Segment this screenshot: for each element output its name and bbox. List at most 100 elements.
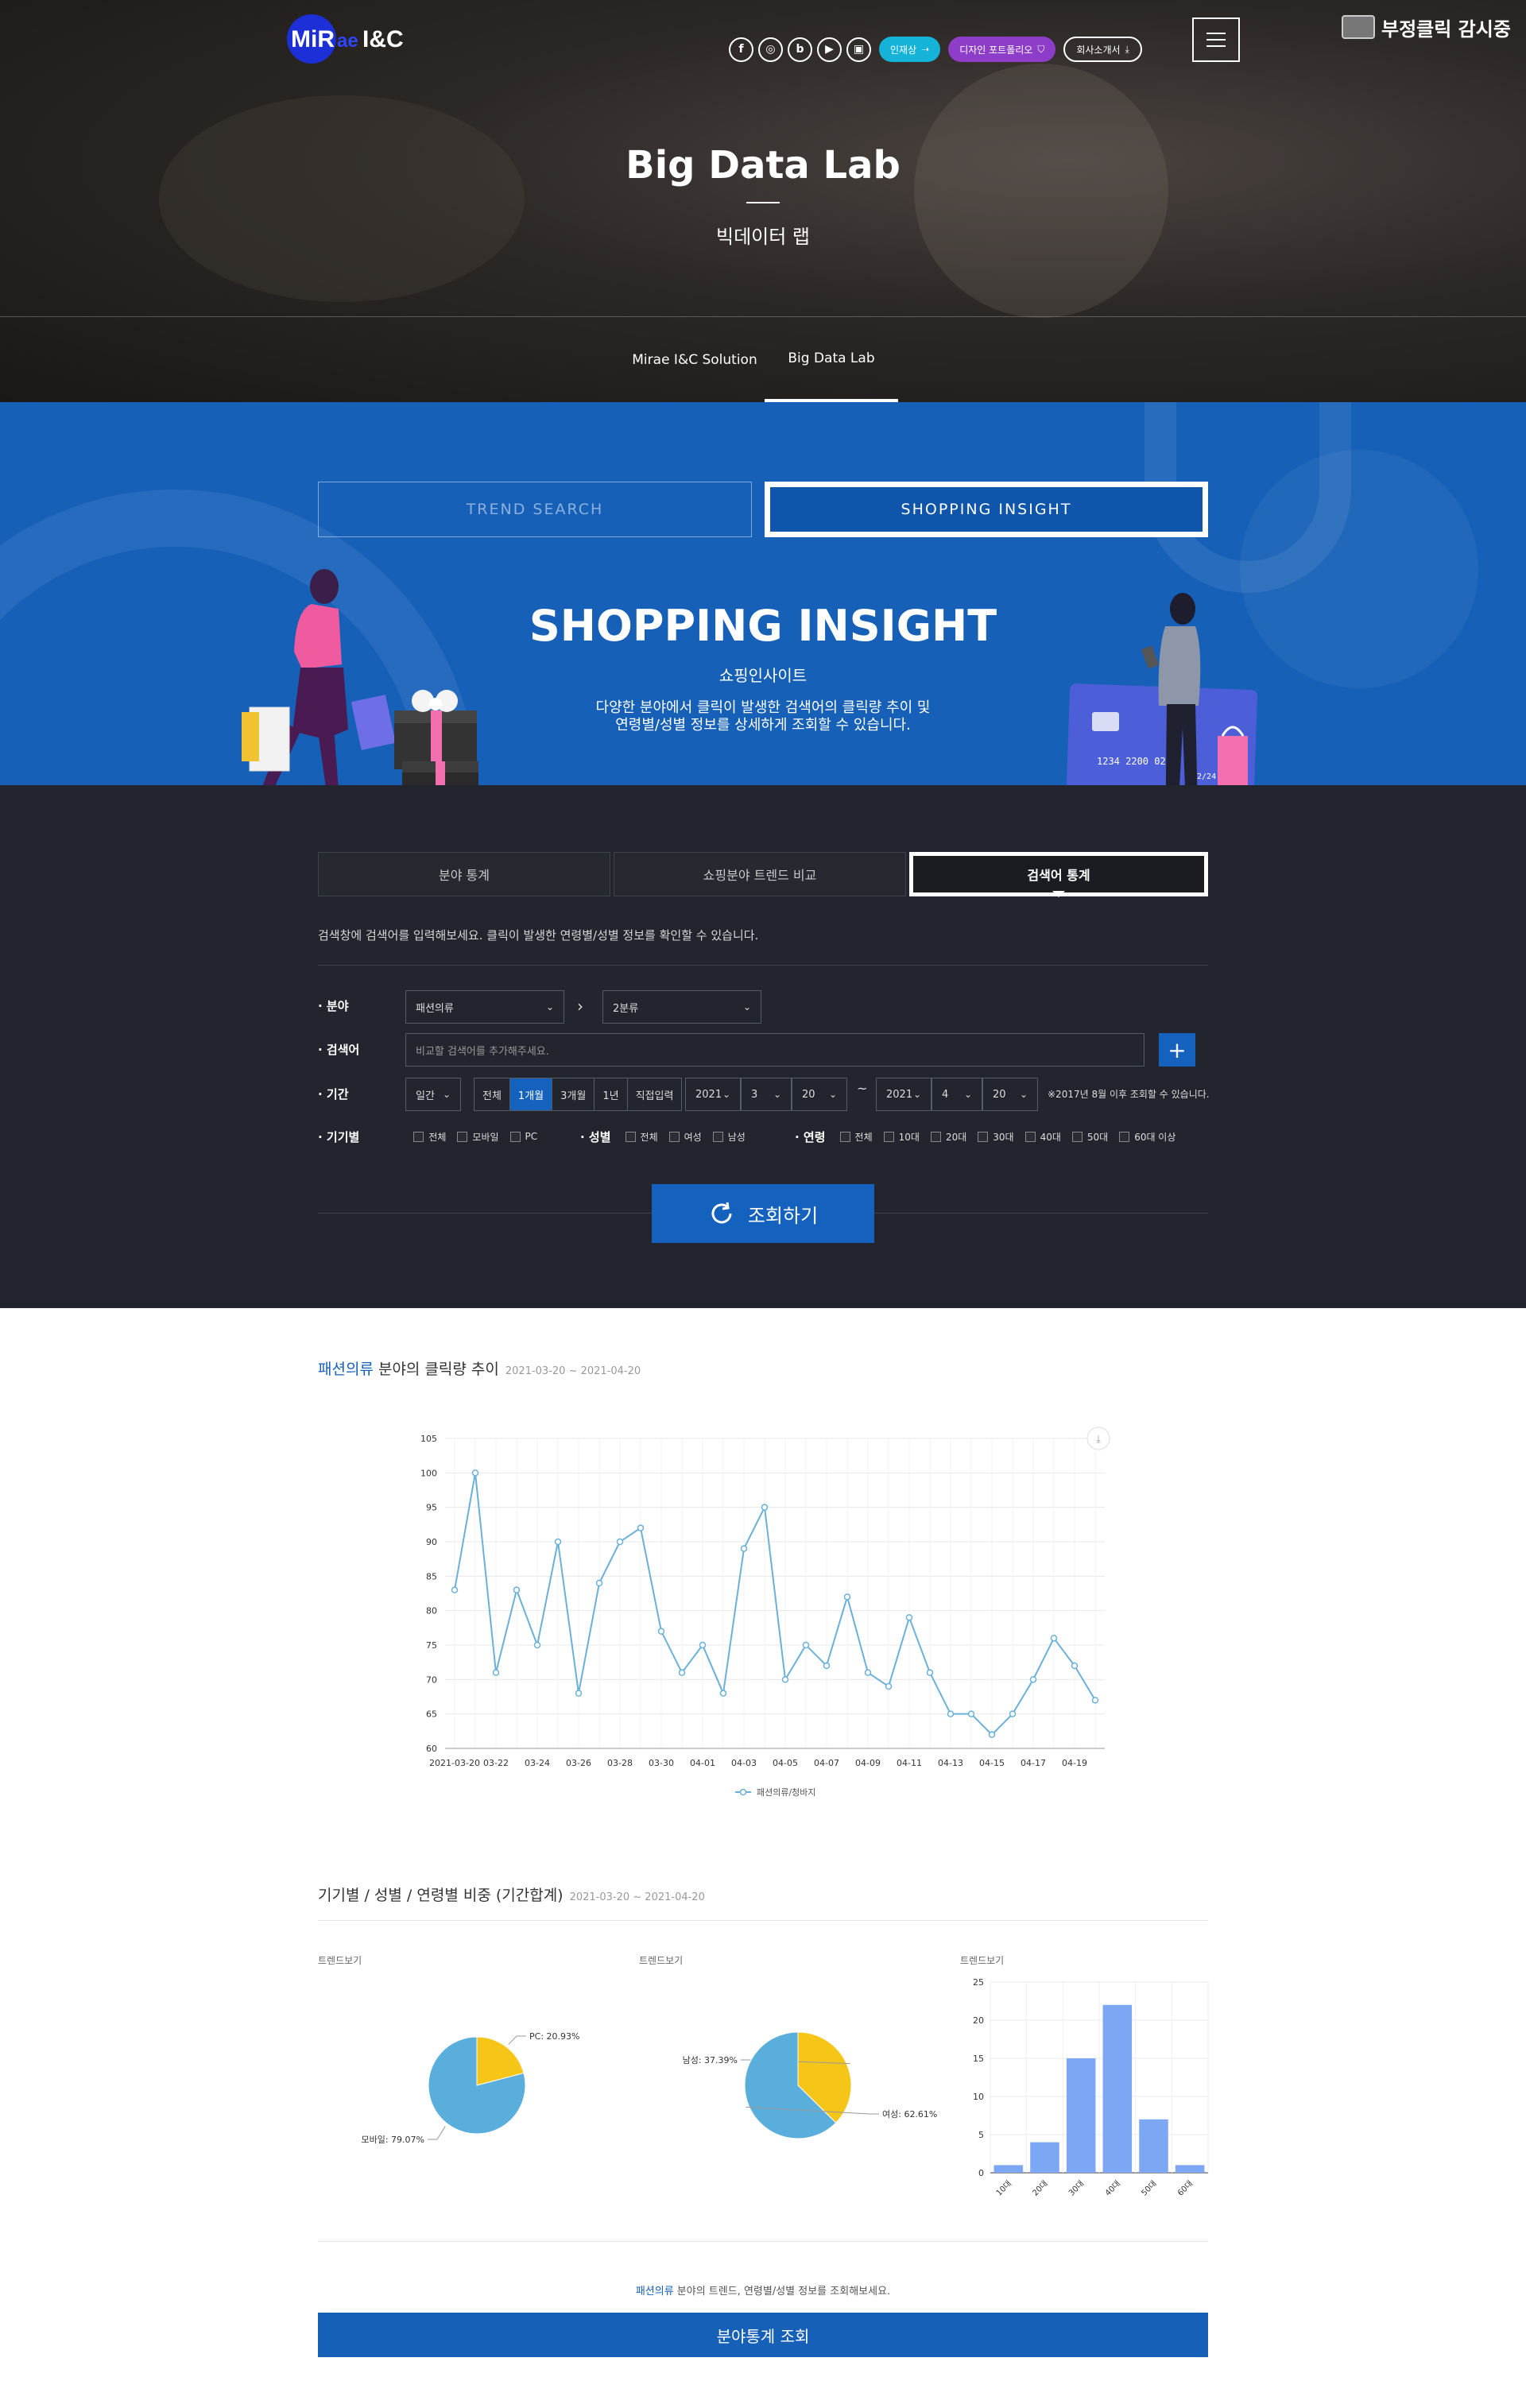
data-point xyxy=(451,1586,459,1593)
recruit-button[interactable]: 인재상 ➝ xyxy=(879,37,941,62)
start-year-select[interactable]: 2021 ⌄ xyxy=(685,1078,741,1111)
field-primary-select[interactable]: 패션의류 ⌄ xyxy=(405,990,564,1024)
field-secondary-select[interactable]: 2분류 ⌄ xyxy=(602,990,761,1024)
checkbox-label: PC xyxy=(525,1131,538,1142)
series-line xyxy=(454,1473,1096,1736)
start-month-select[interactable]: 3 ⌄ xyxy=(741,1078,792,1111)
device-mobile-checkbox[interactable]: 모바일 xyxy=(457,1130,499,1144)
period-option-custom[interactable]: 직접입력 xyxy=(628,1078,682,1110)
age-filter: · 연령 전체 10대 20대 30대 40대 50대 60대 이상 xyxy=(795,1127,1187,1146)
tab-shopping-insight[interactable]: SHOPPING INSIGHT xyxy=(765,482,1208,537)
start-day-select[interactable]: 20 ⌄ xyxy=(792,1078,847,1111)
data-point xyxy=(1009,1710,1017,1717)
ratio-section-title: 기기별 / 성별 / 연령별 비중 (기간합계) 2021-03-20 ~ 202… xyxy=(318,1883,705,1905)
x-tick-label: 30대 xyxy=(1067,2179,1086,2198)
end-month-select[interactable]: 4 ⌄ xyxy=(931,1078,982,1111)
instagram-icon[interactable]: ◎ xyxy=(758,37,783,62)
end-year-value: 2021 xyxy=(886,1088,913,1101)
y-tick-label: 100 xyxy=(420,1468,437,1478)
checkbox-label: 모바일 xyxy=(472,1131,499,1143)
keyword-input[interactable]: 비교할 검색어를 추가해주세요. xyxy=(405,1033,1144,1067)
field-stats-button[interactable]: 분야통계 조회 xyxy=(318,2313,1208,2357)
tab-big-data-lab[interactable]: Big Data Lab xyxy=(765,318,898,402)
age-40s-checkbox[interactable]: 40대 xyxy=(1024,1130,1061,1144)
data-point xyxy=(492,1669,500,1676)
hero-divider xyxy=(0,316,1526,317)
portfolio-button[interactable]: 디자인 포트폴리오 ⛉ xyxy=(948,37,1056,62)
y-tick-label: 25 xyxy=(973,1977,984,1988)
note-highlight: 패션의류 xyxy=(635,2286,674,2298)
trend-date-range: 2021-03-20 ~ 2021-04-20 xyxy=(505,1365,641,1377)
tab-keyword-stats[interactable]: 검색어 통계 xyxy=(909,852,1208,897)
monitor-icon xyxy=(1342,15,1375,39)
checkbox-icon xyxy=(457,1131,468,1142)
brochure-button[interactable]: 회사소개서 ⤓ xyxy=(1063,37,1142,62)
tab-trend-search[interactable]: TREND SEARCH xyxy=(318,482,752,537)
bar xyxy=(1139,2119,1168,2173)
data-point xyxy=(781,1676,789,1683)
end-day-select[interactable]: 20 ⌄ xyxy=(982,1078,1038,1111)
date-range-separator: ~ xyxy=(857,1081,868,1096)
data-point xyxy=(843,1593,851,1601)
y-tick-label: 15 xyxy=(973,2054,984,2064)
gender-female-checkbox[interactable]: 여성 xyxy=(668,1130,702,1144)
data-point xyxy=(1091,1697,1099,1704)
period-range-options: 전체 1개월 3개월 1년 직접입력 xyxy=(474,1078,683,1111)
device-pc-checkbox[interactable]: PC xyxy=(509,1131,538,1142)
facebook-icon[interactable]: f xyxy=(729,37,753,62)
insight-description-line: 연령별/성별 정보를 상세하게 조회할 수 있습니다. xyxy=(615,717,911,734)
period-option-1month[interactable]: 1개월 xyxy=(509,1078,553,1110)
gender-all-checkbox[interactable]: 전체 xyxy=(625,1130,658,1144)
age-60plus-checkbox[interactable]: 60대 이상 xyxy=(1119,1130,1175,1144)
y-tick-label: 5 xyxy=(978,2130,984,2140)
chevron-down-icon: ⌄ xyxy=(828,1089,837,1100)
data-point xyxy=(595,1579,603,1587)
device-trend-link[interactable]: 트렌드보기 xyxy=(318,1953,362,1967)
trend-title-highlight: 패션의류 xyxy=(318,1361,374,1378)
age-10s-checkbox[interactable]: 10대 xyxy=(883,1130,920,1144)
youtube-icon[interactable]: ▣ xyxy=(846,37,871,62)
y-tick-label: 80 xyxy=(426,1606,437,1616)
period-option-3month[interactable]: 3개월 xyxy=(552,1078,595,1110)
tab-trend-compare[interactable]: 쇼핑분야 트렌드 비교 xyxy=(614,852,906,896)
age-trend-link[interactable]: 트렌드보기 xyxy=(960,1953,1004,1967)
hamburger-menu-button[interactable] xyxy=(1192,17,1240,62)
data-point xyxy=(554,1538,562,1546)
period-option-1year[interactable]: 1년 xyxy=(595,1078,628,1110)
data-point xyxy=(1050,1635,1058,1642)
data-point xyxy=(678,1669,686,1676)
age-30s-checkbox[interactable]: 30대 xyxy=(978,1130,1014,1144)
company-logo[interactable]: MiR ae I&C xyxy=(286,11,421,67)
period-unit-select[interactable]: 일간 ⌄ xyxy=(405,1078,461,1111)
checkbox-icon xyxy=(839,1131,850,1142)
start-day-value: 20 xyxy=(802,1088,815,1101)
search-submit-button[interactable]: 조회하기 xyxy=(652,1184,874,1243)
blog-icon[interactable]: b xyxy=(788,37,812,62)
data-point xyxy=(823,1662,831,1670)
section-divider xyxy=(318,2241,1208,2242)
tab-field-stats[interactable]: 분야 통계 xyxy=(318,852,610,896)
svg-text:ae: ae xyxy=(337,30,358,52)
insight-type-tabs: TREND SEARCH SHOPPING INSIGHT xyxy=(318,482,1208,537)
chevron-down-icon: ⌄ xyxy=(773,1089,781,1100)
age-50s-checkbox[interactable]: 50대 xyxy=(1071,1130,1108,1144)
end-month-value: 4 xyxy=(942,1088,949,1101)
period-option-all[interactable]: 전체 xyxy=(474,1078,510,1110)
data-point xyxy=(637,1524,645,1531)
download-icon-glyph: ⤓ xyxy=(1096,1434,1101,1446)
decorative-circle xyxy=(1240,450,1478,688)
gender-male-checkbox[interactable]: 남성 xyxy=(712,1130,746,1144)
age-20s-checkbox[interactable]: 20대 xyxy=(930,1130,967,1144)
checkbox-label: 20대 xyxy=(945,1131,967,1143)
age-all-checkbox[interactable]: 전체 xyxy=(839,1130,873,1144)
data-point xyxy=(926,1669,934,1676)
device-all-checkbox[interactable]: 전체 xyxy=(413,1130,446,1144)
end-year-select[interactable]: 2021 ⌄ xyxy=(876,1078,931,1111)
tab-mirae-solution[interactable]: Mirae I&C Solution xyxy=(628,318,761,402)
y-tick-label: 10 xyxy=(973,2092,984,2102)
menu-bar xyxy=(1206,33,1226,34)
play-icon[interactable]: ▶ xyxy=(817,37,842,62)
add-keyword-button[interactable]: + xyxy=(1159,1033,1195,1067)
search-button-label: 조회하기 xyxy=(747,1204,819,1227)
gender-trend-link[interactable]: 트렌드보기 xyxy=(639,1953,683,1967)
